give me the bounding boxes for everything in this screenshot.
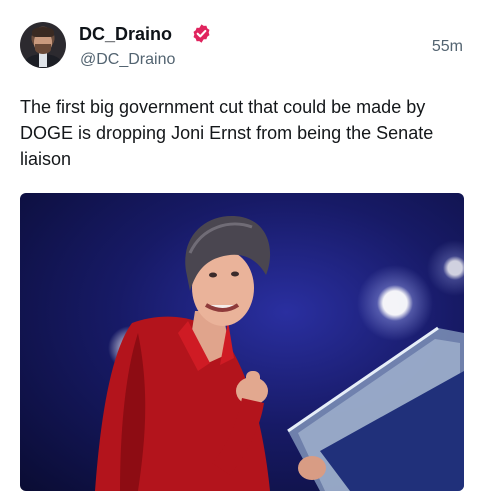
author-handle[interactable]: @DC_Draino — [80, 51, 175, 69]
avatar-beard — [35, 44, 51, 54]
author-avatar[interactable] — [20, 22, 66, 68]
avatar-hair — [32, 27, 54, 37]
tweet-photo[interactable] — [20, 193, 464, 491]
verified-badge-icon — [193, 24, 210, 43]
author-display-name[interactable]: DC_Draino — [79, 24, 172, 44]
tweet-text: The first big government cut that could … — [20, 97, 434, 169]
tweet-timestamp[interactable]: 55m — [432, 38, 463, 56]
photo-scene — [95, 216, 464, 491]
avatar-shirt — [39, 53, 47, 67]
